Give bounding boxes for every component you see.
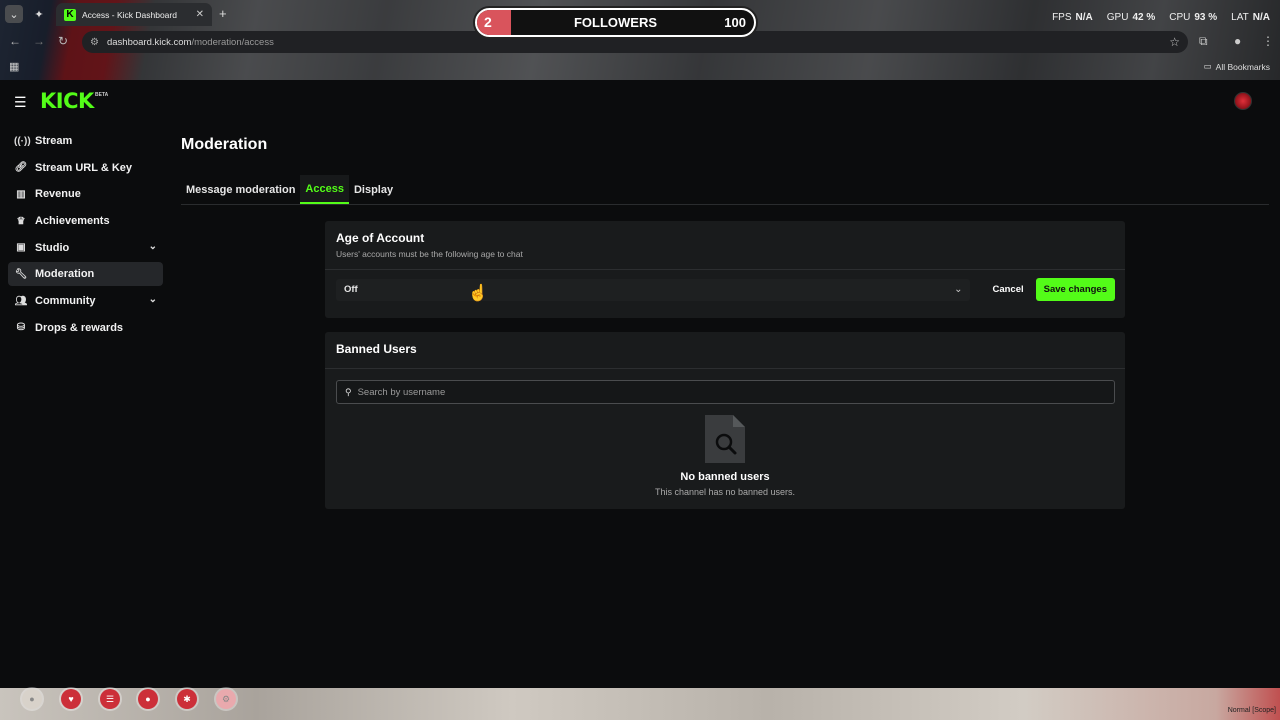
bookmark-star-icon[interactable]: ☆ bbox=[1169, 35, 1180, 49]
pinned-tab-icon[interactable]: ✦ bbox=[30, 5, 48, 23]
all-bookmarks-button[interactable]: ▭ All Bookmarks bbox=[1204, 61, 1270, 72]
studio-icon: ▣ bbox=[16, 242, 26, 254]
perf-cpu: CPU 93 % bbox=[1169, 12, 1218, 23]
perf-fps: FPS N/A bbox=[1052, 12, 1093, 23]
sidebar-item-label: Studio bbox=[35, 241, 70, 254]
banned-users-card: Banned Users ⚲ No banned users This chan… bbox=[325, 332, 1125, 509]
empty-state: No banned users This channel has no bann… bbox=[325, 404, 1125, 497]
sidebar-item-label: Revenue bbox=[35, 188, 81, 201]
search-input[interactable] bbox=[357, 386, 1106, 398]
file-search-icon bbox=[705, 415, 745, 463]
moderation-tabs: Message moderation Access Display bbox=[181, 175, 1269, 205]
account-age-select[interactable]: Off ⌄ bbox=[336, 278, 971, 301]
save-changes-button[interactable]: Save changes bbox=[1035, 278, 1115, 301]
sidebar-item-community[interactable]: 👥︎ Community ⌄ bbox=[8, 289, 163, 313]
sidebar-item-drops-rewards[interactable]: ⛁ Drops & rewards bbox=[8, 316, 163, 340]
sidebar-item-label: Moderation bbox=[35, 268, 95, 281]
tab-message-moderation[interactable]: Message moderation bbox=[181, 175, 300, 204]
search-icon: ⚲ bbox=[345, 386, 352, 397]
age-select-row: Off ⌄ Cancel Save changes bbox=[325, 270, 1125, 311]
beta-badge: BETA bbox=[95, 92, 109, 98]
tab-title: Access - Kick Dashboard bbox=[82, 9, 177, 20]
back-icon[interactable]: ← bbox=[9, 34, 21, 48]
card-header: Age of Account Users' accounts must be t… bbox=[325, 221, 1125, 269]
card-title: Age of Account bbox=[336, 231, 425, 245]
followers-goal: 100 bbox=[724, 15, 746, 30]
sidebar-item-label: Achievements bbox=[35, 215, 110, 228]
heart-icon[interactable]: ♥ bbox=[61, 689, 81, 709]
gift-icon: ⛁ bbox=[16, 322, 26, 334]
sidebar-item-stream[interactable]: ((·)) Stream bbox=[8, 129, 163, 153]
forward-icon[interactable]: → bbox=[33, 34, 45, 48]
apps-grid-icon[interactable]: ▦ bbox=[9, 60, 19, 73]
app-header: ☰ KICK BETA bbox=[0, 80, 1280, 122]
link-icon: 🔗︎ bbox=[14, 162, 28, 174]
chevron-down-icon: ⌄ bbox=[954, 284, 963, 295]
empty-title: No banned users bbox=[680, 471, 770, 483]
followers-goal-widget: 2 FOLLOWERS 100 bbox=[473, 6, 758, 39]
card-subtitle: Users' accounts must be the following ag… bbox=[336, 249, 523, 259]
extensions-icon[interactable]: ⧉ bbox=[1199, 34, 1208, 49]
browser-tab-active[interactable]: K Access - Kick Dashboard ✕ bbox=[56, 3, 212, 26]
sidebar-item-label: Community bbox=[35, 295, 96, 308]
folder-icon: ▭ bbox=[1203, 61, 1212, 71]
empty-subtitle: This channel has no banned users. bbox=[654, 487, 796, 497]
overlay-mode-label: Normal [Scope] bbox=[1227, 707, 1276, 714]
sidebar-item-label: Drops & rewards bbox=[35, 321, 124, 334]
performance-overlay: FPS N/A GPU 42 % CPU 93 % LAT N/A bbox=[1052, 12, 1270, 23]
banned-search-box[interactable]: ⚲ bbox=[336, 380, 1115, 404]
avatar[interactable] bbox=[1234, 92, 1252, 110]
sidebar-item-stream-url-key[interactable]: 🔗︎ Stream URL & Key bbox=[8, 156, 163, 180]
wrench-icon: 🔧︎ bbox=[14, 268, 28, 280]
age-of-account-card: Age of Account Users' accounts must be t… bbox=[325, 221, 1125, 318]
tab-search-button[interactable]: ⌄ bbox=[5, 5, 23, 23]
perf-gpu: GPU 42 % bbox=[1106, 12, 1156, 23]
divider bbox=[325, 368, 1125, 369]
chat-icon[interactable]: ☰ bbox=[100, 689, 120, 709]
profile-icon[interactable]: ● bbox=[1234, 34, 1241, 48]
browser-menu-icon[interactable]: ⋮ bbox=[1262, 34, 1274, 48]
sidebar-item-achievements[interactable]: ♛ Achievements bbox=[8, 209, 163, 233]
settings-icon[interactable]: ⚙ bbox=[216, 689, 236, 709]
sidebar-item-revenue[interactable]: ▥ Revenue bbox=[8, 182, 163, 206]
broadcast-icon: ((·)) bbox=[14, 135, 31, 147]
tab-access[interactable]: Access bbox=[300, 175, 349, 204]
card-title: Banned Users bbox=[336, 342, 417, 356]
overlay-toggle-icon[interactable]: ● bbox=[22, 689, 42, 709]
record-icon[interactable]: ● bbox=[138, 689, 158, 709]
sidebar-item-moderation[interactable]: 🔧︎ Moderation bbox=[8, 262, 163, 287]
trophy-icon: ♛ bbox=[16, 215, 26, 227]
perf-lat: LAT N/A bbox=[1231, 12, 1270, 23]
mouse-cursor-icon: ☝ bbox=[468, 285, 488, 302]
bookmarks-bar: ▦ ▭ All Bookmarks bbox=[0, 57, 1280, 77]
kick-favicon-icon: K bbox=[64, 8, 76, 21]
chevron-down-icon[interactable]: ⌄ bbox=[149, 241, 157, 252]
sidebar: ((·)) Stream 🔗︎ Stream URL & Key ▥ Reven… bbox=[8, 129, 163, 343]
kick-logo[interactable]: KICK bbox=[40, 89, 94, 113]
site-info-icon[interactable]: ⚙ bbox=[90, 37, 99, 48]
card-header: Banned Users bbox=[325, 332, 1125, 368]
chart-icon: ▥ bbox=[16, 188, 26, 200]
select-value: Off bbox=[344, 284, 358, 295]
sidebar-item-studio[interactable]: ▣ Studio ⌄ bbox=[8, 236, 163, 260]
hamburger-menu-icon[interactable]: ☰ bbox=[14, 94, 27, 111]
cancel-button[interactable]: Cancel bbox=[984, 279, 1031, 301]
sidebar-item-label: Stream bbox=[35, 135, 73, 147]
activity-icon[interactable]: ✱ bbox=[177, 689, 197, 709]
followers-label: FOLLOWERS bbox=[573, 15, 658, 30]
people-icon: 👥︎ bbox=[14, 295, 28, 307]
new-tab-icon[interactable]: + bbox=[219, 6, 227, 21]
chevron-down-icon[interactable]: ⌄ bbox=[149, 294, 157, 305]
tab-display[interactable]: Display bbox=[349, 175, 398, 204]
page-title: Moderation bbox=[181, 136, 268, 153]
reload-icon[interactable]: ↻ bbox=[58, 34, 68, 48]
sidebar-item-label: Stream URL & Key bbox=[35, 161, 132, 174]
tab-close-icon[interactable]: ✕ bbox=[196, 9, 204, 20]
